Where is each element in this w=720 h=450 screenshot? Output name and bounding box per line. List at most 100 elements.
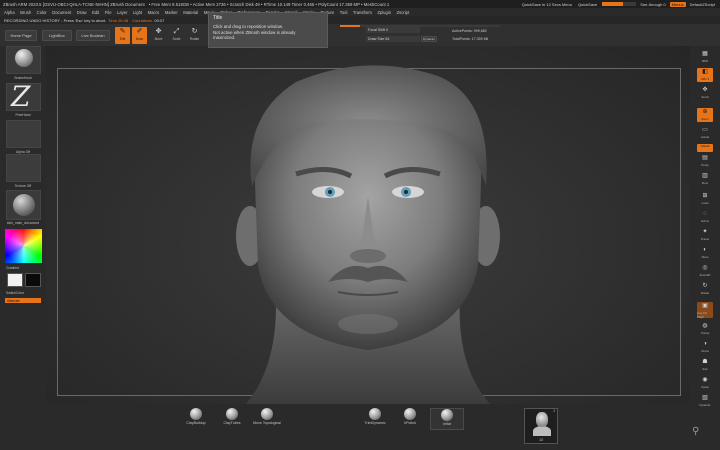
menus-button[interactable]: Menus [669, 1, 686, 7]
menu-document[interactable]: Document [52, 10, 71, 15]
menu-edit[interactable]: Edit [92, 10, 99, 15]
transp-button[interactable]: ◍ Transp [697, 322, 713, 336]
menu-material[interactable]: Material [183, 10, 198, 15]
gizmo-button[interactable]: ◌ Gizmo [697, 210, 713, 224]
main-color-swatch[interactable] [7, 273, 23, 287]
undo-countdown-label: Countdown [132, 17, 153, 23]
menu-brush[interactable]: Brush [20, 10, 31, 15]
bpr-button[interactable]: ▦ BPR [697, 50, 713, 64]
alpha-selector[interactable] [6, 120, 41, 148]
dynamic-view-label: Dynamic [699, 403, 711, 407]
focal-shift-slider[interactable]: Focal Shift 0 [366, 27, 420, 33]
hpolish-brush-button[interactable]: hPolish [393, 408, 427, 425]
rotate-icon: ↻ [191, 28, 198, 35]
default-zscript-button[interactable]: DefaultZScript [688, 2, 717, 7]
actual-button[interactable]: ▭ Actual [697, 126, 713, 140]
draw-size-slider[interactable]: Draw Size 64 [366, 36, 420, 42]
stroke-selector[interactable]: Z [6, 80, 41, 113]
switch-color-label[interactable]: SwitchColor [0, 291, 46, 295]
move-mode-button[interactable]: ✥ Move [151, 27, 166, 44]
lightbox-button[interactable]: LightBox [42, 30, 72, 41]
persp-label: Persp [701, 163, 709, 167]
canvas-viewport[interactable] [46, 46, 690, 404]
menu-zscript[interactable]: Zscript [397, 10, 410, 15]
claytubes-brush-button[interactable]: ClayTubes [215, 408, 249, 425]
local-button[interactable]: ⊞ Local [697, 192, 713, 206]
head-sculpt[interactable] [46, 46, 690, 404]
move-view-label: Move [701, 255, 709, 259]
inflat-brush-button[interactable]: Inflat [430, 408, 464, 430]
frame-button[interactable]: ✦ Frame [697, 228, 713, 242]
menu-draw[interactable]: Draw [77, 10, 87, 15]
undo-countdown: 00:07 [154, 17, 165, 23]
home-page-button[interactable]: Home Page [5, 30, 37, 41]
draw-mode-button[interactable]: ✐ Draw [132, 27, 147, 44]
edit-label: Edit [119, 37, 126, 41]
floor-button[interactable]: ▥ Floor [697, 172, 713, 186]
hpolish-brush-icon [404, 408, 416, 420]
zoom-button[interactable]: ⊕ Zoom [697, 108, 713, 122]
menu-marker[interactable]: Marker [165, 10, 178, 15]
menu-color[interactable]: Color [37, 10, 47, 15]
menu-zplugin[interactable]: Zplugin [377, 10, 391, 15]
left-shelf: SnakeHook Z FreeHand Alpha Off Texture O… [0, 46, 46, 450]
dynamic-view-button[interactable]: ▧ Dynamic [697, 394, 713, 408]
polyf-button[interactable]: ▣ Line Fill PolyF [697, 302, 713, 319]
title-bar[interactable]: ZBrush ARM 2023.5 [OSVU-OBCI-QHLA-TCNE-N… [0, 0, 720, 8]
local-icon: ⊞ [702, 193, 708, 199]
zoom3d-button[interactable]: ◎ Zoom3D [697, 264, 713, 278]
move-topological-brush-button[interactable]: Move Topological [250, 408, 284, 425]
alternate-button[interactable]: Alternate [5, 298, 41, 303]
aahalf-button[interactable]: AAHalf [697, 144, 713, 152]
draw-icon: ✐ [136, 28, 143, 35]
dynamic-button[interactable]: Dynamic [421, 36, 437, 42]
solo-button[interactable]: ☗ Solo [697, 358, 713, 372]
undo-progress-track [340, 25, 500, 27]
rotate-mode-button[interactable]: ↻ Rotate [187, 27, 202, 44]
scale-mode-button[interactable]: ⤢ Scale [169, 27, 184, 44]
app-title: ZBrush ARM 2023.5 [OSVU-OBCI-QHLA-TCNE-N… [3, 1, 145, 7]
pose-figure-icon[interactable]: ⚲ [692, 426, 706, 440]
rotate-view-button[interactable]: ↻ Rotate [697, 282, 713, 296]
edit-mode-button[interactable]: ✎ Edit [115, 27, 130, 44]
menu-file[interactable]: File [105, 10, 112, 15]
move-view-icon: ◐ [703, 247, 707, 253]
move-view-button[interactable]: ◐ Move [697, 246, 713, 260]
color-picker[interactable] [5, 229, 42, 263]
trimdynamic-brush-button[interactable]: TrimDynamic [358, 408, 392, 425]
frame-label: Frame [700, 237, 710, 241]
claybuildup-brush-button[interactable]: ClayBuildup [179, 408, 213, 425]
tool-thumbnail[interactable]: 1 13 [524, 408, 558, 444]
inflat-brush-icon [441, 409, 453, 421]
polyf-label: Line Fill PolyF [697, 311, 707, 319]
zoom-label: Zoom [701, 117, 709, 121]
stroke-label: FreeHand [15, 113, 31, 117]
bottom-shelf: ClayBuildup ClayTubes Move Topological T… [46, 404, 690, 450]
thumbnail-bust-icon [533, 426, 551, 436]
persp-button[interactable]: ▤ Persp [697, 154, 713, 168]
spix-button[interactable]: ◧ SPix 3 [697, 68, 713, 82]
material-selector[interactable] [6, 190, 41, 220]
menu-layer[interactable]: Layer [117, 10, 127, 15]
gizmo-icon: ◌ [703, 211, 707, 217]
menu-tool[interactable]: Tool [340, 10, 348, 15]
texture-selector[interactable] [6, 154, 41, 182]
local-label: Local [701, 201, 709, 205]
ghost-label: Ghost [701, 349, 709, 353]
xpose-button[interactable]: ◉ Xpose [697, 376, 713, 390]
quicksave-button[interactable]: QuickSave [576, 2, 599, 7]
ghost-button[interactable]: ◑ Ghost [697, 340, 713, 354]
undo-history-bar: RECORDING UNDO HISTORY - Press 'Esc' key… [0, 16, 720, 24]
brush-selector[interactable] [6, 46, 41, 74]
live-boolean-button[interactable]: Live Boolean [76, 30, 110, 41]
scroll-button[interactable]: ✥ Scroll [697, 86, 713, 100]
menu-macro[interactable]: Macro [148, 10, 160, 15]
menu-light[interactable]: Light [133, 10, 142, 15]
transp-label: Transp [700, 331, 710, 335]
floor-icon: ▥ [702, 173, 708, 179]
see-through-slider[interactable] [602, 2, 637, 6]
trimdynamic-label: TrimDynamic [364, 421, 386, 425]
menu-alpha[interactable]: Alpha [4, 10, 15, 15]
menu-transform[interactable]: Transform [353, 10, 372, 15]
secondary-color-swatch[interactable] [25, 273, 41, 287]
